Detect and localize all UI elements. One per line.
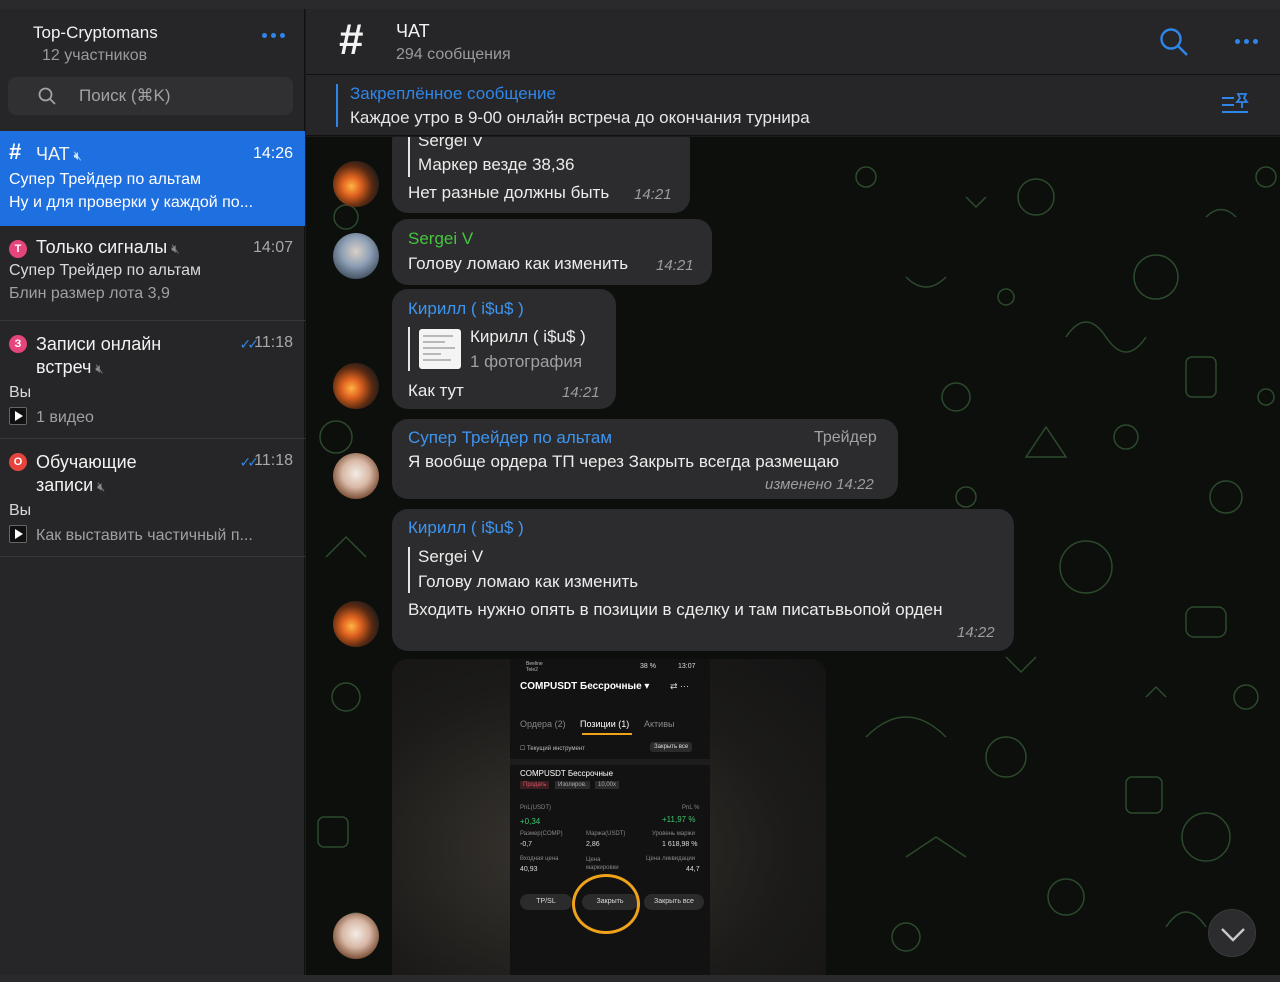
window-top-strip: [0, 0, 1280, 9]
muted-icon: 🔇︎: [97, 479, 106, 494]
quote-author: Sergei V: [418, 547, 484, 566]
group-member-count: 12 участников: [42, 47, 148, 64]
chat-header-title[interactable]: ЧАТ: [396, 21, 430, 42]
photo-message[interactable]: Beeline Tele2 38 % 13:07 COMPUSDT Бессро…: [392, 659, 826, 975]
chat-last-author: Вы: [9, 384, 32, 401]
chat-title-cont: записи: [36, 475, 94, 495]
message-text: Я вообще ордера ТП через Закрыть всегда …: [408, 452, 840, 471]
message-time: 14:22: [957, 624, 995, 641]
message-author[interactable]: Sergei V: [408, 229, 473, 249]
video-icon: [9, 525, 27, 543]
chat-item-meeting-records[interactable]: З Записи онлайн встреч 🔇︎ ✓✓ 11:18 Вы 1 в…: [0, 321, 305, 439]
quote-bar: [408, 137, 410, 177]
message-author[interactable]: Кирилл ( i$u$ ): [408, 518, 524, 538]
message-time: 14:21: [656, 257, 694, 274]
channel-badge: T: [9, 240, 27, 258]
avatar[interactable]: [333, 233, 379, 279]
chat-title-cont: встреч: [36, 357, 92, 377]
window-bottom-strip: [0, 975, 1280, 982]
chat-last-author: Супер Трейдер по альтам: [9, 171, 202, 188]
chat-last-message: Ну и для проверки у каждой по...: [9, 194, 254, 211]
chat-last-message: Как выставить частичный п...: [36, 527, 253, 544]
message-text: Входить нужно опять в позиции в сделку и…: [408, 600, 943, 619]
quote-text: Маркер везде 38,36: [418, 155, 575, 174]
chat-time: 14:26: [252, 145, 293, 162]
muted-icon: 🔇︎: [171, 241, 180, 256]
hash-icon: #: [9, 139, 22, 164]
chat-last-message: 1 видео: [36, 409, 94, 426]
search-placeholder: Поиск (⌘K): [79, 86, 171, 105]
message-time: 14:21: [562, 384, 600, 401]
message-bubble[interactable]: Кирилл ( i$u$ ) Sergei V Голову ломаю ка…: [392, 509, 1014, 651]
chat-item-signals[interactable]: T Только сигналы 🔇︎ 14:07 Супер Трейдер п…: [0, 226, 305, 321]
pinned-text: Каждое утро в 9-00 онлайн встреча до око…: [350, 108, 810, 127]
author-role: Трейдер: [814, 429, 877, 446]
avatar[interactable]: [333, 453, 379, 499]
quote-author: Sergei V: [418, 137, 484, 150]
chat-header: # ЧАТ 294 сообщения: [306, 9, 1280, 75]
chat-time: 14:07: [252, 239, 293, 256]
message-text: Нет разные должны быть: [408, 183, 610, 202]
chat-list: # ЧАТ 🔇︎ 14:26 Супер Трейдер по альтам Ну…: [0, 131, 305, 557]
more-options-icon[interactable]: [1235, 39, 1258, 44]
chat-time: 11:18: [254, 452, 293, 469]
avatar[interactable]: [333, 913, 379, 959]
quote-bar: [408, 547, 410, 593]
muted-icon: 🔇︎: [73, 148, 82, 163]
group-more-icon[interactable]: [262, 33, 285, 38]
channel-hash-icon: #: [339, 15, 364, 64]
muted-icon: 🔇︎: [95, 361, 104, 376]
reply-text: 1 фотография: [470, 352, 583, 371]
avatar[interactable]: [333, 161, 379, 207]
search-icon: [38, 87, 56, 105]
chat-title: Обучающие: [36, 452, 137, 472]
quote-bar: [408, 327, 410, 371]
message-time: изменено 14:22: [765, 476, 874, 493]
chat-main: # ЧАТ 294 сообщения Закреплённое сообщен…: [306, 9, 1280, 975]
chat-last-message: Блин размер лота 3,9: [9, 285, 170, 302]
video-icon: [9, 407, 27, 425]
read-ticks-icon: ✓✓: [239, 454, 260, 470]
message-bubble[interactable]: Sergei V Маркер везде 38,36 Нет разные д…: [392, 137, 690, 213]
pinned-bar: [336, 84, 338, 127]
message-author[interactable]: Кирилл ( i$u$ ): [408, 299, 524, 319]
chat-item-training-records[interactable]: О Обучающие записи 🔇︎ ✓✓ 11:18 Вы Как выс…: [0, 439, 305, 557]
group-title: Top-Cryptomans: [33, 23, 158, 42]
scroll-down-button[interactable]: [1208, 909, 1256, 957]
chat-item-chat[interactable]: # ЧАТ 🔇︎ 14:26 Супер Трейдер по альтам Ну…: [0, 131, 305, 226]
message-text: Как тут: [408, 381, 464, 400]
reply-author: Кирилл ( i$u$ ): [470, 327, 586, 346]
group-header[interactable]: Top-Cryptomans 12 участников: [0, 9, 305, 75]
search-input[interactable]: Поиск (⌘K): [8, 77, 293, 115]
photo-thumbnail[interactable]: [419, 329, 461, 369]
pinned-title: Закреплённое сообщение: [350, 84, 556, 103]
chat-last-author: Вы: [9, 502, 32, 519]
highlight-circle: [572, 874, 640, 934]
chat-last-author: Супер Трейдер по альтам: [9, 262, 202, 279]
message-bubble[interactable]: Супер Трейдер по альтам Трейдер Я вообще…: [392, 419, 898, 499]
chat-title: ЧАТ: [36, 144, 70, 164]
pinned-message[interactable]: Закреплённое сообщение Каждое утро в 9-0…: [306, 75, 1280, 136]
message-bubble[interactable]: Кирилл ( i$u$ ) Кирилл ( i$u$ ) 1 фотогр…: [392, 289, 616, 409]
messages-area[interactable]: Sergei V Маркер везде 38,36 Нет разные д…: [306, 137, 1280, 975]
chevron-down-icon: [1221, 928, 1245, 942]
pinned-list-icon[interactable]: [1220, 92, 1250, 118]
channel-badge: З: [9, 335, 27, 353]
chat-time: 11:18: [254, 334, 293, 351]
channel-badge: О: [9, 453, 27, 471]
message-text: Голову ломаю как изменить: [408, 254, 629, 273]
avatar[interactable]: [333, 601, 379, 647]
search-icon[interactable]: [1159, 27, 1189, 57]
read-ticks-icon: ✓✓: [239, 336, 260, 352]
message-author[interactable]: Супер Трейдер по альтам: [408, 428, 612, 448]
quote-text: Голову ломаю как изменить: [418, 572, 639, 591]
avatar[interactable]: [333, 363, 379, 409]
sidebar: Top-Cryptomans 12 участников Поиск (⌘K) …: [0, 9, 305, 975]
chat-title: Только сигналы: [36, 237, 168, 257]
chat-title: Записи онлайн: [36, 334, 162, 354]
message-count: 294 сообщения: [396, 46, 511, 63]
message-bubble[interactable]: Sergei V Голову ломаю как изменить 14:21: [392, 219, 712, 285]
message-time: 14:21: [634, 186, 672, 203]
